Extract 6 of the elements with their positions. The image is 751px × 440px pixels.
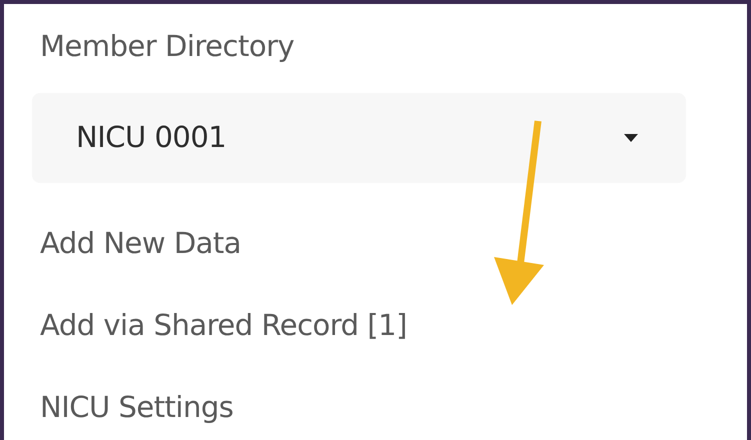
menu-link[interactable]: NICU Settings <box>40 387 234 427</box>
caret-icon <box>624 134 638 142</box>
menu-link[interactable]: Add New Data <box>40 223 242 263</box>
menu-link[interactable]: Add via Shared Record [1] <box>40 305 407 345</box>
member-select[interactable]: NICU 0001 <box>32 93 686 183</box>
panel-title: Member Directory <box>40 28 296 65</box>
